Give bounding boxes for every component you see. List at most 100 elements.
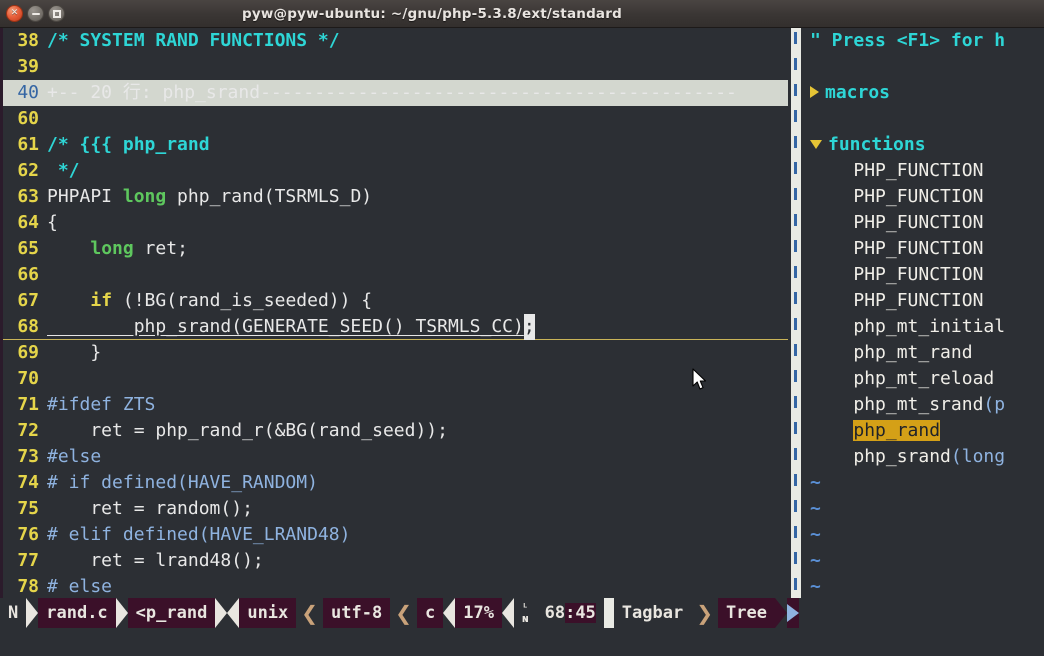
tagbar-indent	[810, 316, 853, 337]
tagbar-item-name[interactable]: php_srand	[853, 446, 951, 467]
code-span: # else	[47, 576, 113, 597]
code-line[interactable]: 40 +-- 20 行: php_srand-------------------…	[3, 80, 788, 106]
code-text: php_srand(GENERATE_SEED() TSRMLS_CC);	[47, 314, 535, 340]
code-line[interactable]: 74 # if defined(HAVE_RANDOM)	[3, 470, 788, 496]
code-line[interactable]: 75 ret = random();	[3, 496, 788, 522]
code-line[interactable]: 66	[3, 262, 788, 288]
code-line[interactable]: 71 #ifdef ZTS	[3, 392, 788, 418]
tagbar-item[interactable]: php_mt_initial	[802, 314, 1044, 340]
line-number: 71	[17, 394, 39, 415]
code-line[interactable]: 77 ret = lrand48();	[3, 548, 788, 574]
code-text: PHPAPI long php_rand(TSRMLS_D)	[47, 186, 372, 207]
code-line[interactable]: 78 # else	[3, 574, 788, 598]
separator-dash	[794, 526, 797, 538]
triangle-down-icon[interactable]	[810, 139, 822, 149]
close-button[interactable]: ✕	[6, 5, 23, 22]
tagbar-item-name[interactable]: php_mt_reload	[853, 368, 994, 389]
triangle-right-icon[interactable]	[810, 86, 819, 98]
code-span: if	[90, 290, 113, 311]
code-line[interactable]: 64 {	[3, 210, 788, 236]
code-line[interactable]: 68 php_srand(GENERATE_SEED() TSRMLS_CC);	[3, 314, 788, 340]
tagbar-item-name[interactable]: php_rand	[853, 420, 941, 441]
code-span: ret = random();	[47, 498, 253, 519]
code-line[interactable]: 69 }	[3, 340, 788, 366]
code-text: # else	[47, 576, 112, 597]
code-line[interactable]: 65 long ret;	[3, 236, 788, 262]
status-right-arrow-icon	[786, 598, 799, 628]
tagbar-section-macros[interactable]: macros	[802, 80, 1044, 106]
tagbar-item[interactable]: PHP_FUNCTION	[802, 210, 1044, 236]
tagbar-indent	[810, 160, 853, 181]
status-spacer	[798, 598, 1041, 628]
tagbar-indent	[810, 290, 853, 311]
code-line[interactable]: 38 /* SYSTEM RAND FUNCTIONS */	[3, 28, 788, 54]
line-number: 72	[17, 420, 39, 441]
tagbar-item-name[interactable]: php_mt_initial	[853, 316, 1005, 337]
code-line[interactable]: 72 ret = php_rand_r(&BG(rand_seed));	[3, 418, 788, 444]
code-line[interactable]: 63 PHPAPI long php_rand(TSRMLS_D)	[3, 184, 788, 210]
tagbar-item-name[interactable]: PHP_FUNCTION	[853, 290, 983, 311]
tagbar-item[interactable]: PHP_FUNCTION	[802, 184, 1044, 210]
status-sep-6	[501, 598, 514, 628]
tagbar-item[interactable]: PHP_FUNCTION	[802, 262, 1044, 288]
code-span: php_rand(TSRMLS_D)	[166, 186, 373, 207]
tagbar-item[interactable]: php_mt_reload	[802, 366, 1044, 392]
window-title: pyw@pyw-ubuntu: ~/gnu/php-5.3.8/ext/stan…	[242, 5, 622, 22]
tagbar-item[interactable]: php_srand(long	[802, 444, 1044, 470]
tagbar-item-name[interactable]: php_mt_rand	[853, 342, 972, 363]
status-sep-1	[26, 598, 39, 628]
tagbar-item-signature: (long	[950, 446, 1006, 467]
line-number: 70	[17, 368, 39, 389]
code-span: ret = lrand48();	[47, 550, 264, 571]
code-line[interactable]: 39	[3, 54, 788, 80]
tagbar-item[interactable]: PHP_FUNCTION	[802, 288, 1044, 314]
code-text: /* SYSTEM RAND FUNCTIONS */	[47, 30, 340, 51]
tagbar-item-name[interactable]: PHP_FUNCTION	[853, 264, 983, 285]
tagbar-indent	[810, 238, 853, 259]
status-tagbar-label: Tagbar	[613, 598, 692, 628]
tagbar-item[interactable]: php_rand	[802, 418, 1044, 444]
code-text: ret = lrand48();	[47, 550, 264, 571]
window-split-separator[interactable]	[788, 28, 802, 598]
tilde-icon: ~	[810, 576, 821, 597]
tagbar-item[interactable]: php_mt_rand	[802, 340, 1044, 366]
tagbar-section-functions[interactable]: functions	[802, 132, 1044, 158]
code-line[interactable]: 70	[3, 366, 788, 392]
tagbar-item-name[interactable]: PHP_FUNCTION	[853, 160, 983, 181]
code-span: {	[47, 212, 58, 233]
status-filetype: c	[417, 598, 444, 628]
code-line[interactable]: 67 if (!BG(rand_is_seeded)) {	[3, 288, 788, 314]
code-span: long	[90, 238, 134, 259]
code-text: # if defined(HAVE_RANDOM)	[47, 472, 318, 493]
separator-dash	[794, 266, 797, 278]
tagbar-item[interactable]: php_mt_srand(p	[802, 392, 1044, 418]
code-text: ret = php_rand_r(&BG(rand_seed));	[47, 420, 448, 441]
tagbar-indent	[810, 264, 853, 285]
tagbar-item-name[interactable]: PHP_FUNCTION	[853, 238, 983, 259]
code-editor-pane[interactable]: 38 /* SYSTEM RAND FUNCTIONS */ 39 40 +-- 20 …	[3, 28, 788, 598]
tagbar-indent	[810, 186, 853, 207]
tagbar-item[interactable]: PHP_FUNCTION	[802, 158, 1044, 184]
tagbar-item-name[interactable]: php_mt_srand	[853, 394, 983, 415]
code-text: }	[47, 342, 101, 363]
line-number-icon: ᴸɴ	[513, 598, 537, 628]
code-line[interactable]: 76 # elif defined(HAVE_LRAND48)	[3, 522, 788, 548]
line-number: 39	[17, 56, 39, 77]
code-span: #ifdef ZTS	[47, 394, 156, 415]
minimize-button[interactable]	[27, 5, 44, 22]
code-line[interactable]: 60	[3, 106, 788, 132]
code-text: {	[47, 212, 58, 233]
tagbar-indent	[810, 420, 853, 441]
separator-dash	[794, 422, 797, 434]
chevron-left-icon-2: ❮	[395, 601, 412, 625]
code-line[interactable]: 61 /* {{{ php_rand	[3, 132, 788, 158]
maximize-button[interactable]	[48, 5, 65, 22]
tagbar-item-name[interactable]: PHP_FUNCTION	[853, 212, 983, 233]
separator-dash	[794, 344, 797, 356]
bottom-filler	[0, 628, 1044, 656]
tagbar-item-name[interactable]: PHP_FUNCTION	[853, 186, 983, 207]
code-line[interactable]: 73 #else	[3, 444, 788, 470]
code-line[interactable]: 62 */	[3, 158, 788, 184]
tagbar-item[interactable]: PHP_FUNCTION	[802, 236, 1044, 262]
tagbar-pane[interactable]: " Press <F1> for h macros functions PHP_…	[802, 28, 1044, 598]
